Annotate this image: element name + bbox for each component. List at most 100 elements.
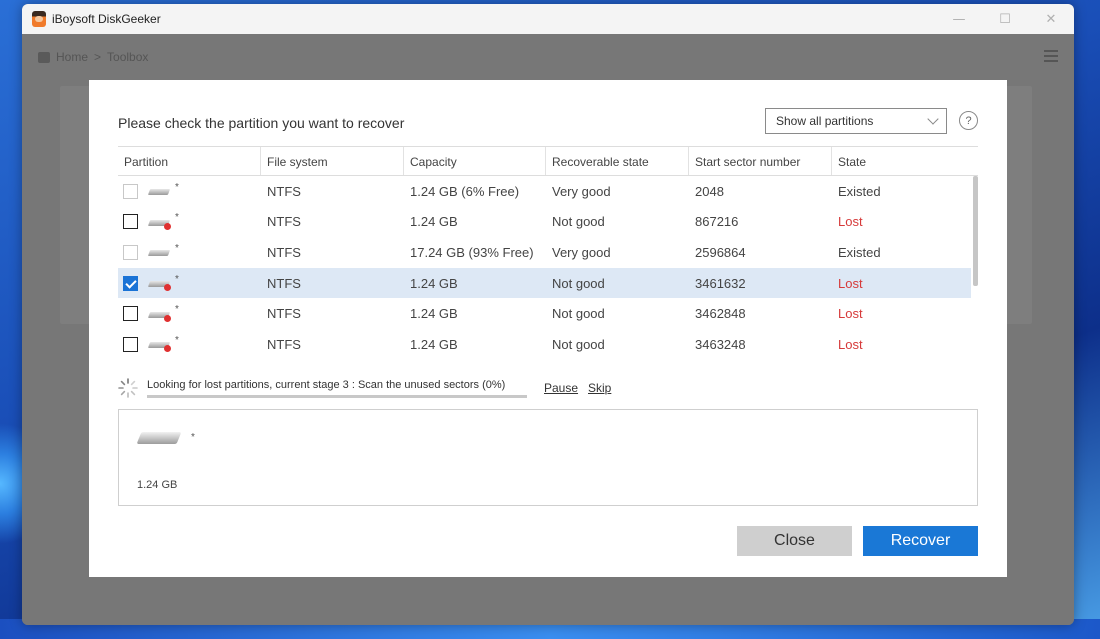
partition-name: * xyxy=(175,212,179,224)
recover-partition-dialog: Please check the partition you want to r… xyxy=(89,80,1007,577)
breadcrumb: Home > Toolbox xyxy=(38,50,148,64)
dialog-header: Please check the partition you want to r… xyxy=(118,108,978,138)
detail-partition-name: * xyxy=(191,432,195,443)
state-cell: Existed xyxy=(838,244,881,260)
app-logo-icon xyxy=(32,11,46,27)
table-row[interactable]: * NTFS 1.24 GB Not good 3463248 Lost xyxy=(118,329,971,360)
partition-cell: * xyxy=(118,334,261,353)
table-row[interactable]: * NTFS 1.24 GB Not good 867216 Lost xyxy=(118,207,971,238)
close-window-button[interactable]: ✕ xyxy=(1028,4,1074,34)
recoverable-state-cell: Not good xyxy=(552,336,605,352)
menu-icon xyxy=(1044,50,1058,62)
scan-progress: Looking for lost partitions, current sta… xyxy=(118,376,678,402)
column-header-capacity[interactable]: Capacity xyxy=(404,147,546,175)
partition-table: Partition File system Capacity Recoverab… xyxy=(118,146,978,361)
file-system-cell: NTFS xyxy=(267,183,301,199)
breadcrumb-home: Home xyxy=(56,50,89,64)
table-row[interactable]: * NTFS 1.24 GB Not good 3461632 Lost xyxy=(118,267,971,299)
table-row[interactable]: * NTFS 1.24 GB Not good 3462848 Lost xyxy=(118,298,971,329)
column-header-partition[interactable]: Partition xyxy=(118,147,261,175)
partition-filter-select[interactable]: Show all partitions xyxy=(765,108,947,134)
capacity-cell: 1.24 GB xyxy=(410,306,458,322)
table-header: Partition File system Capacity Recoverab… xyxy=(118,146,978,176)
minimize-button[interactable]: — xyxy=(936,4,982,34)
disk-icon xyxy=(149,186,169,196)
state-cell: Lost xyxy=(838,214,863,230)
lost-indicator-icon xyxy=(164,222,171,230)
loading-spinner-icon xyxy=(118,378,138,398)
lost-indicator-icon xyxy=(164,284,171,292)
file-system-cell: NTFS xyxy=(267,306,301,322)
column-header-recoverable-state[interactable]: Recoverable state xyxy=(546,147,689,175)
recoverable-state-cell: Very good xyxy=(552,244,611,260)
partition-cell: * xyxy=(118,181,261,199)
start-sector-cell: 3461632 xyxy=(695,275,746,291)
disk-icon xyxy=(149,247,169,257)
maximize-button[interactable]: ☐ xyxy=(982,4,1028,34)
capacity-cell: 1.24 GB xyxy=(410,336,458,352)
file-system-cell: NTFS xyxy=(267,214,301,230)
column-header-start-sector[interactable]: Start sector number xyxy=(689,147,832,175)
progress-text: Looking for lost partitions, current sta… xyxy=(147,379,505,391)
capacity-cell: 1.24 GB (6% Free) xyxy=(410,183,520,199)
partition-name: * xyxy=(175,304,179,316)
lost-disk-icon xyxy=(149,217,171,230)
partition-checkbox xyxy=(123,244,138,260)
window-controls: — ☐ ✕ xyxy=(936,4,1074,34)
progress-percent: (0%) xyxy=(482,379,506,391)
start-sector-cell: 2048 xyxy=(695,183,724,199)
skip-button[interactable]: Skip xyxy=(588,381,611,395)
partition-cell: * xyxy=(118,212,261,230)
column-header-file-system[interactable]: File system xyxy=(261,147,404,175)
recover-button[interactable]: Recover xyxy=(863,526,978,556)
state-cell: Existed xyxy=(838,183,881,199)
lost-indicator-icon xyxy=(164,345,171,353)
breadcrumb-toolbox: Toolbox xyxy=(107,50,149,64)
recoverable-state-cell: Not good xyxy=(552,214,605,230)
lost-disk-icon xyxy=(149,278,171,292)
table-body: * NTFS 1.24 GB (6% Free) Very good 2048 Exist… xyxy=(118,176,978,361)
help-icon[interactable]: ? xyxy=(959,111,978,130)
detail-partition-size: 1.24 GB xyxy=(137,479,178,491)
progress-bar xyxy=(147,395,527,398)
partition-cell: * xyxy=(118,304,261,322)
table-row[interactable]: * NTFS 17.24 GB (93% Free) Very good 2596864… xyxy=(118,237,971,268)
column-header-state[interactable]: State xyxy=(832,147,969,175)
close-button[interactable]: Close xyxy=(737,526,852,556)
table-scrollbar[interactable] xyxy=(973,176,978,286)
partition-checkbox[interactable] xyxy=(123,214,138,230)
breadcrumb-separator: > xyxy=(94,50,102,64)
progress-stage-text: Looking for lost partitions, current sta… xyxy=(147,379,480,391)
lost-indicator-icon xyxy=(164,314,171,322)
state-cell: Lost xyxy=(838,275,863,291)
partition-cell: * xyxy=(118,243,261,260)
partition-name: * xyxy=(175,334,179,346)
table-row[interactable]: * NTFS 1.24 GB (6% Free) Very good 2048 Exist… xyxy=(118,176,971,207)
start-sector-cell: 867216 xyxy=(695,214,739,230)
capacity-cell: 1.24 GB xyxy=(410,275,458,291)
disk-icon xyxy=(139,428,181,448)
partition-detail-panel: * 1.24 GB xyxy=(118,409,978,506)
recoverable-state-cell: Very good xyxy=(552,183,611,199)
lost-disk-icon xyxy=(149,339,171,353)
start-sector-cell: 3463248 xyxy=(695,336,746,352)
start-sector-cell: 3462848 xyxy=(695,306,746,322)
partition-checkbox[interactable] xyxy=(123,306,138,322)
title-bar: iBoysoft DiskGeeker — ☐ ✕ xyxy=(22,4,1074,34)
state-cell: Lost xyxy=(838,306,863,322)
dialog-prompt: Please check the partition you want to r… xyxy=(118,115,405,131)
file-system-cell: NTFS xyxy=(267,275,301,291)
file-system-cell: NTFS xyxy=(267,244,301,260)
capacity-cell: 1.24 GB xyxy=(410,214,458,230)
filter-selected-value: Show all partitions xyxy=(776,114,874,128)
start-sector-cell: 2596864 xyxy=(695,244,746,260)
home-icon xyxy=(38,51,50,63)
file-system-cell: NTFS xyxy=(267,336,301,352)
partition-cell: * xyxy=(118,274,261,292)
pause-button[interactable]: Pause xyxy=(544,381,578,395)
partition-name: * xyxy=(175,181,179,193)
partition-checkbox[interactable] xyxy=(123,275,138,291)
partition-checkbox xyxy=(123,183,138,199)
partition-checkbox[interactable] xyxy=(123,336,138,352)
recoverable-state-cell: Not good xyxy=(552,306,605,322)
